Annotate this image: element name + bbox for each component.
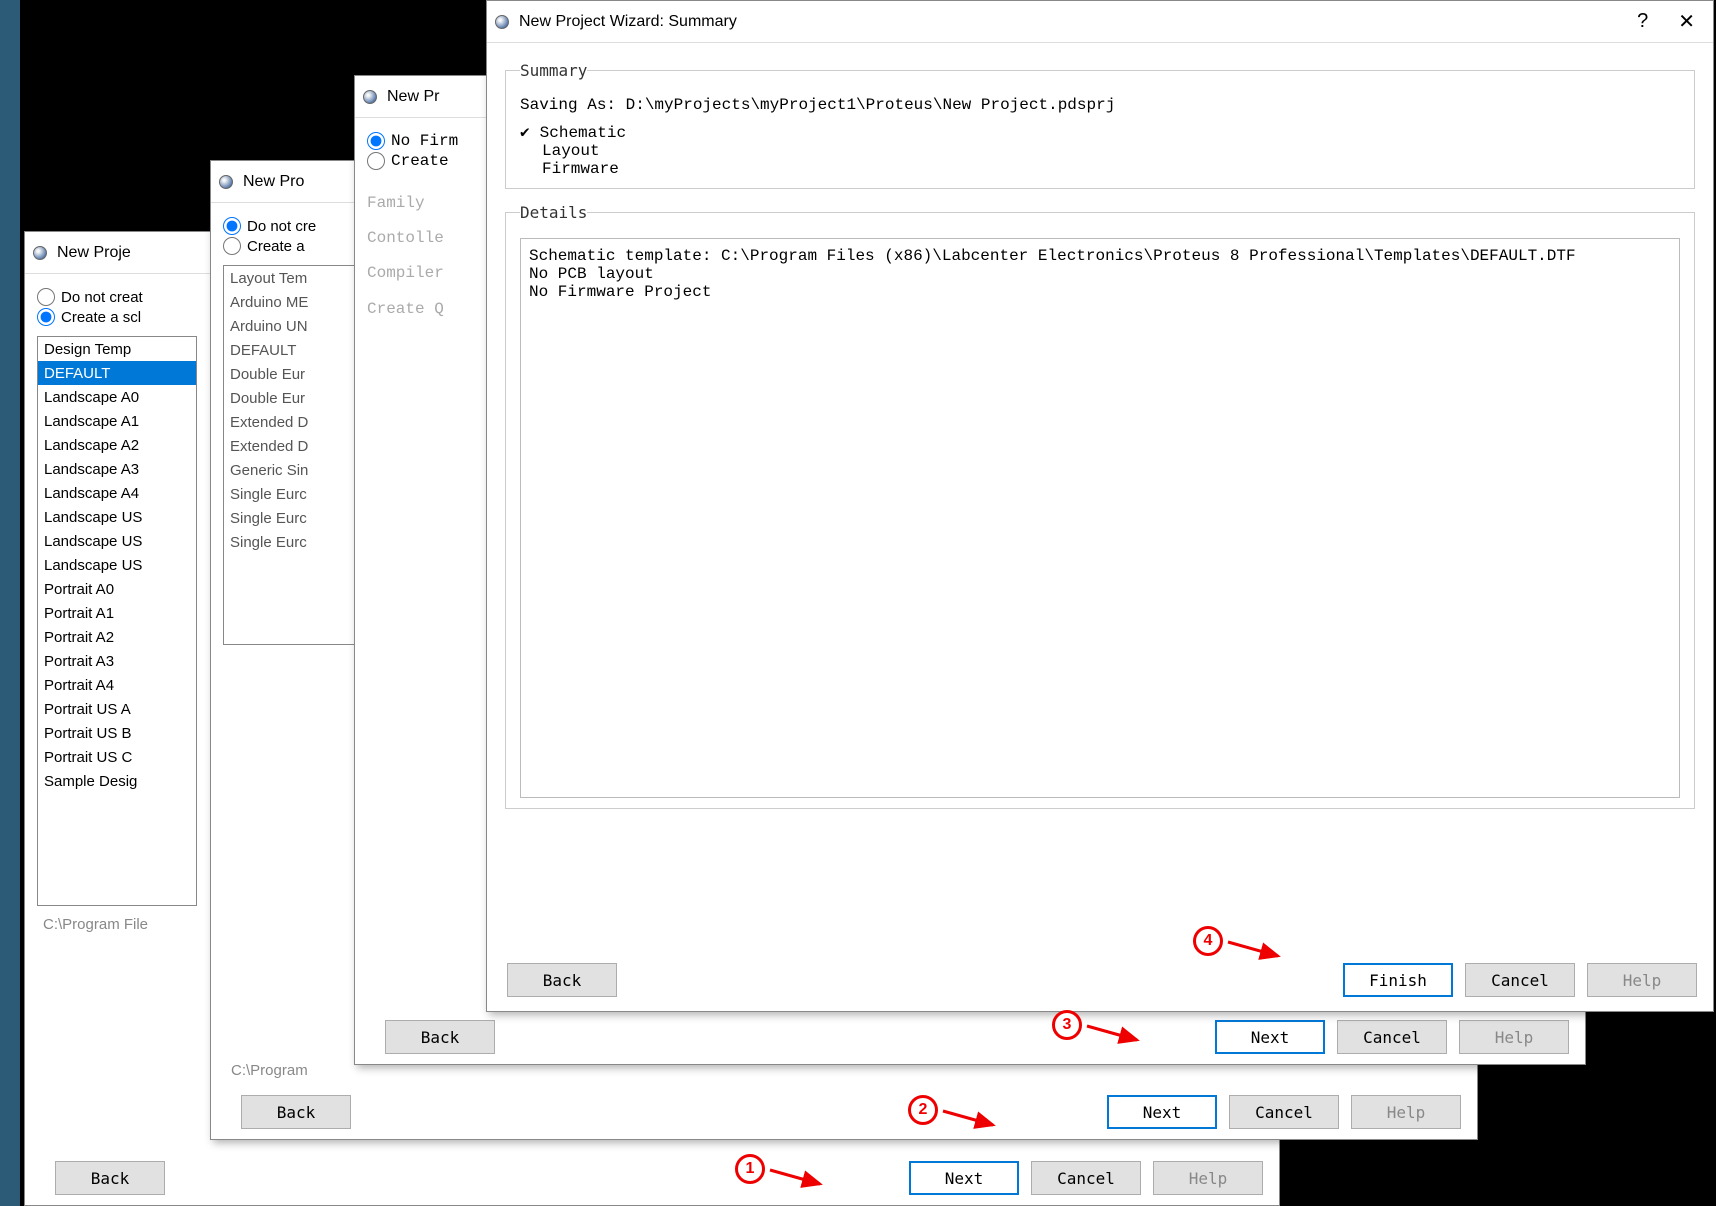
template-list[interactable]: Design Temp DEFAULT Landscape A0 Landsca… bbox=[37, 336, 197, 906]
annotation-3: 3 bbox=[1052, 1010, 1082, 1040]
annotation-1: 1 bbox=[735, 1154, 765, 1184]
help-icon[interactable]: ? bbox=[1637, 10, 1648, 33]
window-title: New Project Wizard: Summary bbox=[519, 13, 737, 31]
list-item[interactable]: Portrait A2 bbox=[38, 625, 196, 649]
summary-item-schematic: Schematic bbox=[520, 122, 1680, 142]
list-item[interactable]: Landscape US bbox=[38, 553, 196, 577]
app-icon bbox=[219, 175, 233, 189]
next-button[interactable]: Next bbox=[1107, 1095, 1217, 1129]
window-title: New Pr bbox=[387, 88, 439, 106]
details-group-label: Details bbox=[520, 203, 587, 222]
list-item[interactable]: Single Eurc bbox=[224, 530, 362, 554]
app-icon bbox=[363, 90, 377, 104]
summary-item-firmware: Firmware bbox=[520, 160, 1680, 178]
summary-group-label: Summary bbox=[520, 61, 587, 80]
close-icon[interactable]: ✕ bbox=[1678, 9, 1695, 34]
list-item[interactable]: Extended D bbox=[224, 434, 362, 458]
list-item[interactable]: Sample Desig bbox=[38, 769, 196, 793]
wizard-window-summary: New Project Wizard: Summary ? ✕ Summary … bbox=[486, 0, 1714, 1012]
list-item[interactable]: Landscape A3 bbox=[38, 457, 196, 481]
list-item[interactable]: Portrait A0 bbox=[38, 577, 196, 601]
list-item[interactable]: Single Eurc bbox=[224, 482, 362, 506]
list-item[interactable]: Landscape A4 bbox=[38, 481, 196, 505]
back-button[interactable]: Back bbox=[241, 1095, 351, 1129]
details-textbox: Schematic template: C:\Program Files (x8… bbox=[520, 238, 1680, 798]
list-item[interactable]: Arduino ME bbox=[224, 290, 362, 314]
annotation-2: 2 bbox=[908, 1095, 938, 1125]
help-button[interactable]: Help bbox=[1153, 1161, 1263, 1195]
cancel-button[interactable]: Cancel bbox=[1031, 1161, 1141, 1195]
window-title: New Pro bbox=[243, 173, 304, 191]
annotation-4: 4 bbox=[1193, 926, 1223, 956]
list-item[interactable]: Portrait US B bbox=[38, 721, 196, 745]
list-item[interactable]: Double Eur bbox=[224, 386, 362, 410]
list-item[interactable]: Portrait A4 bbox=[38, 673, 196, 697]
arrow-3 bbox=[1087, 1022, 1152, 1049]
back-button[interactable]: Back bbox=[55, 1161, 165, 1195]
list-item[interactable]: Extended D bbox=[224, 410, 362, 434]
window-title: New Proje bbox=[57, 244, 131, 262]
cancel-button[interactable]: Cancel bbox=[1465, 963, 1575, 997]
list-item[interactable]: Portrait A1 bbox=[38, 601, 196, 625]
list-item[interactable]: Generic Sin bbox=[224, 458, 362, 482]
list-item[interactable]: Double Eur bbox=[224, 362, 362, 386]
list-item[interactable]: Single Eurc bbox=[224, 506, 362, 530]
list-item[interactable]: Design Temp bbox=[38, 337, 196, 361]
arrow-1 bbox=[770, 1166, 835, 1193]
list-item[interactable]: Arduino UN bbox=[224, 314, 362, 338]
arrow-2 bbox=[943, 1107, 1008, 1134]
path-label: C:\Program bbox=[231, 1062, 308, 1079]
layout-template-list[interactable]: Layout Tem Arduino ME Arduino UN DEFAULT… bbox=[223, 265, 363, 645]
list-item[interactable]: Portrait US A bbox=[38, 697, 196, 721]
cancel-button[interactable]: Cancel bbox=[1229, 1095, 1339, 1129]
list-item[interactable]: Landscape A0 bbox=[38, 385, 196, 409]
list-item[interactable]: Landscape US bbox=[38, 529, 196, 553]
titlebar: New Project Wizard: Summary ? ✕ bbox=[487, 1, 1713, 43]
summary-item-layout: Layout bbox=[520, 142, 1680, 160]
list-item[interactable]: Portrait A3 bbox=[38, 649, 196, 673]
list-item[interactable]: DEFAULT bbox=[38, 361, 196, 385]
help-button[interactable]: Help bbox=[1459, 1020, 1569, 1054]
saving-as-line: Saving As: D:\myProjects\myProject1\Prot… bbox=[520, 96, 1680, 114]
list-item[interactable]: Portrait US C bbox=[38, 745, 196, 769]
list-header: Layout Tem bbox=[224, 266, 362, 290]
help-button[interactable]: Help bbox=[1587, 963, 1697, 997]
list-item[interactable]: DEFAULT bbox=[224, 338, 362, 362]
next-button[interactable]: Next bbox=[1215, 1020, 1325, 1054]
arrow-4 bbox=[1228, 938, 1293, 965]
app-icon bbox=[495, 15, 509, 29]
list-item[interactable]: Landscape A2 bbox=[38, 433, 196, 457]
back-button[interactable]: Back bbox=[507, 963, 617, 997]
list-item[interactable]: Landscape A1 bbox=[38, 409, 196, 433]
next-button[interactable]: Next bbox=[909, 1161, 1019, 1195]
app-icon bbox=[33, 246, 47, 260]
back-button[interactable]: Back bbox=[385, 1020, 495, 1054]
finish-button[interactable]: Finish bbox=[1343, 963, 1453, 997]
help-button[interactable]: Help bbox=[1351, 1095, 1461, 1129]
list-item[interactable]: Landscape US bbox=[38, 505, 196, 529]
cancel-button[interactable]: Cancel bbox=[1337, 1020, 1447, 1054]
